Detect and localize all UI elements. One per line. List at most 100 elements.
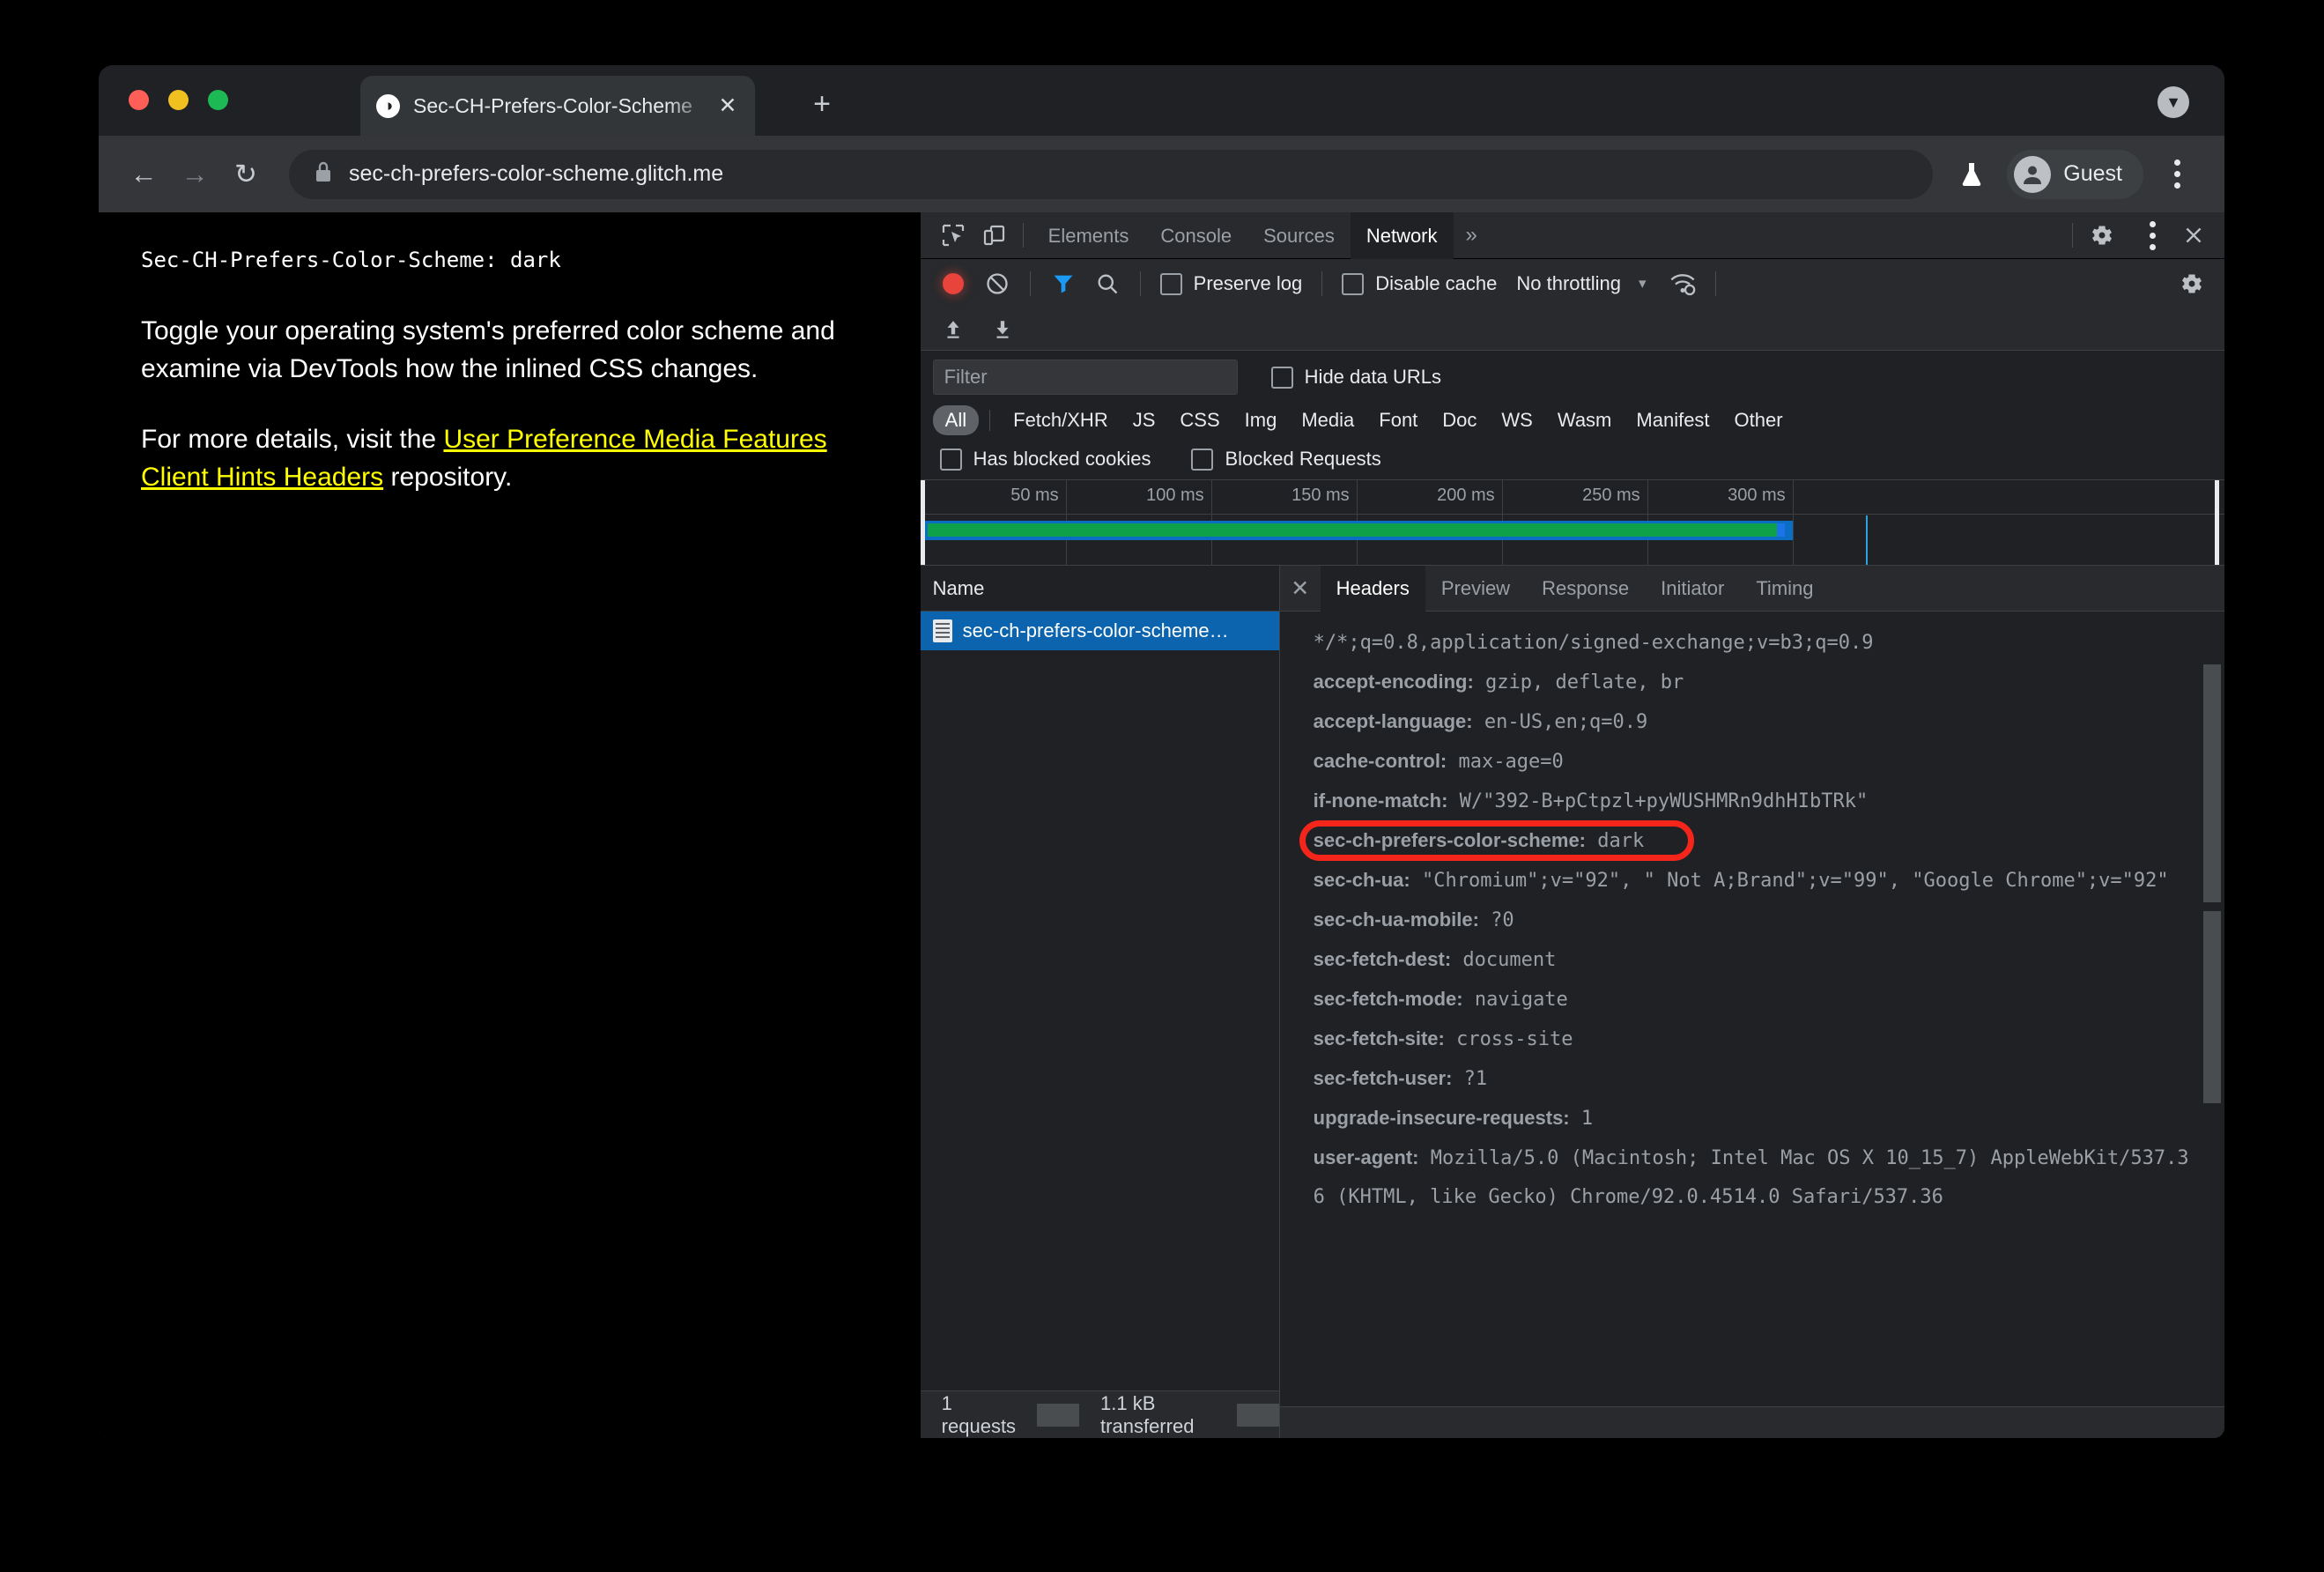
type-filter-wasm[interactable]: Wasm [1545, 405, 1625, 435]
toolbar-divider [1022, 223, 1024, 248]
tab-response[interactable]: Response [1526, 566, 1645, 612]
type-filter-js[interactable]: JS [1121, 405, 1168, 435]
header-name: cache-control: [1313, 750, 1447, 772]
header-line: sec-ch-ua-mobile: ?0 [1314, 901, 2193, 940]
blocked-requests-label: Blocked Requests [1225, 448, 1381, 470]
network-overview-timeline[interactable]: 50 ms 100 ms 150 ms 200 ms 250 ms 300 ms [920, 479, 2224, 565]
header-value: W/"392-B+pCtpzl+pyWUSHMRn9dhHIbTRk" [1447, 790, 1869, 812]
tab-title: Sec-CH-Prefers-Color-Scheme [413, 93, 692, 117]
type-filter-manifest[interactable]: Manifest [1624, 405, 1721, 435]
new-tab-button[interactable]: + [803, 86, 840, 123]
tab-headers[interactable]: Headers [1320, 565, 1425, 612]
viewport: Sec-CH-Prefers-Color-Scheme: dark Toggle… [99, 211, 2224, 1438]
header-name: sec-ch-ua-mobile: [1313, 908, 1479, 931]
request-list: Name sec-ch-prefers-color-scheme… 1 requ… [920, 566, 1280, 1438]
type-filter-all[interactable]: All [932, 405, 980, 435]
overview-header-rule [920, 514, 2224, 515]
header-name: accept-encoding: [1313, 671, 1474, 693]
request-detail-tabs: ✕ Headers Preview Response Initiator Tim… [1279, 565, 2224, 612]
toolbar-divider-5 [1714, 271, 1716, 296]
network-conditions-icon[interactable] [1662, 263, 1703, 304]
export-har-icon[interactable] [982, 309, 1023, 350]
devtools-tabbar: Elements Console Sources Network » [920, 211, 2224, 260]
scrollbar-thumb[interactable] [2203, 664, 2221, 902]
forward-button[interactable]: → [171, 151, 218, 198]
filter-icon[interactable] [1043, 263, 1084, 304]
has-blocked-cookies-checkbox[interactable]: Has blocked cookies [933, 448, 1158, 471]
tab-initiator[interactable]: Initiator [1645, 566, 1740, 612]
blocked-filters-row: Has blocked cookies Blocked Requests [933, 448, 2212, 474]
type-filter-other[interactable]: Other [1722, 405, 1795, 435]
paragraph-suffix: repository. [383, 462, 513, 492]
globe-favicon-icon: ◑ [376, 93, 400, 118]
maximize-window-button[interactable] [208, 90, 228, 110]
tab-elements[interactable]: Elements [1032, 212, 1145, 259]
header-value: cross-site [1444, 1028, 1573, 1050]
search-icon[interactable] [1087, 263, 1128, 304]
type-filter-img[interactable]: Img [1232, 405, 1290, 435]
hide-data-urls-checkbox[interactable]: Hide data URLs [1264, 366, 1448, 389]
tab-sources[interactable]: Sources [1247, 212, 1351, 259]
network-settings-gear-icon[interactable] [2172, 263, 2212, 304]
header-name: sec-fetch-dest: [1313, 948, 1452, 970]
address-bar[interactable]: sec-ch-prefers-color-scheme.glitch.me [289, 149, 1934, 199]
chevron-down-icon[interactable]: ▾ [1625, 275, 1659, 293]
close-tab-icon[interactable]: ✕ [714, 93, 741, 119]
throttling-select[interactable]: No throttling [1507, 272, 1621, 295]
toolbar-divider-4 [1321, 271, 1323, 296]
type-filter-fetch-xhr[interactable]: Fetch/XHR [1001, 405, 1121, 435]
table-row[interactable]: sec-ch-prefers-color-scheme… [920, 612, 1279, 650]
overview-right-handle[interactable] [2215, 480, 2219, 565]
header-name: if-none-match: [1313, 790, 1448, 812]
gear-icon[interactable] [2082, 215, 2122, 256]
header-name: upgrade-insecure-requests: [1313, 1107, 1570, 1129]
more-tabs-icon[interactable]: » [1454, 223, 1490, 248]
tab-console[interactable]: Console [1144, 212, 1247, 259]
device-toolbar-icon[interactable] [973, 215, 1014, 256]
type-filter-css[interactable]: CSS [1167, 405, 1232, 435]
header-value: Mozilla/5.0 (Macintosh; Intel Mac OS X 1… [1313, 1147, 2189, 1208]
close-devtools-icon[interactable] [2173, 215, 2214, 256]
type-filter-media[interactable]: Media [1289, 405, 1366, 435]
header-line: sec-fetch-mode: navigate [1314, 980, 2193, 1020]
type-filter-doc[interactable]: Doc [1430, 405, 1489, 435]
header-line: sec-ch-prefers-color-scheme: dark [1299, 820, 2193, 861]
filter-input[interactable]: Filter [932, 360, 1238, 395]
header-value: document [1451, 949, 1557, 971]
back-button[interactable]: ← [120, 151, 167, 198]
request-list-column-header[interactable]: Name [920, 566, 1279, 612]
network-toolbar: Preserve log Disable cache No throttling… [920, 259, 2224, 308]
chevron-down-icon[interactable]: ▼ [2157, 86, 2189, 118]
minimize-window-button[interactable] [168, 90, 189, 110]
close-detail-icon[interactable]: ✕ [1280, 575, 1321, 602]
preserve-log-label: Preserve log [1193, 272, 1303, 294]
tab-timing[interactable]: Timing [1740, 566, 1829, 612]
devtools-menu-button[interactable] [2131, 211, 2173, 260]
scrollbar-thumb[interactable] [2203, 911, 2221, 1103]
record-button[interactable] [933, 263, 973, 304]
reload-button[interactable]: ↻ [222, 151, 270, 198]
tab-preview[interactable]: Preview [1425, 566, 1526, 612]
close-window-button[interactable] [129, 90, 149, 110]
overview-tick-label: 200 ms [1437, 486, 1495, 505]
detail-scrollbar[interactable] [2203, 612, 2223, 1406]
browser-tab[interactable]: ◑ Sec-CH-Prefers-Color-Scheme ✕ [360, 76, 755, 136]
import-har-icon[interactable] [933, 309, 973, 350]
blocked-requests-checkbox[interactable]: Blocked Requests [1184, 448, 1388, 471]
type-filter-ws[interactable]: WS [1489, 405, 1544, 435]
clear-icon[interactable] [977, 263, 1018, 304]
request-count: 1 requests [941, 1391, 1017, 1437]
inspect-element-icon[interactable] [933, 215, 973, 256]
avatar [2014, 155, 2052, 193]
tab-network[interactable]: Network [1350, 211, 1454, 259]
header-name: sec-fetch-site: [1313, 1027, 1445, 1049]
chrome-menu-button[interactable] [2156, 150, 2198, 199]
header-line: if-none-match: W/"392-B+pCtpzl+pyWUSHMRn… [1314, 782, 2193, 821]
preserve-log-checkbox[interactable]: Preserve log [1153, 272, 1310, 295]
type-filter-font[interactable]: Font [1366, 405, 1430, 435]
checkbox-box [1342, 272, 1365, 295]
overview-left-handle[interactable] [920, 480, 925, 565]
disable-cache-checkbox[interactable]: Disable cache [1335, 272, 1504, 295]
experiments-flask-icon[interactable] [1949, 152, 1995, 197]
profile-chip[interactable]: Guest [2007, 149, 2143, 199]
